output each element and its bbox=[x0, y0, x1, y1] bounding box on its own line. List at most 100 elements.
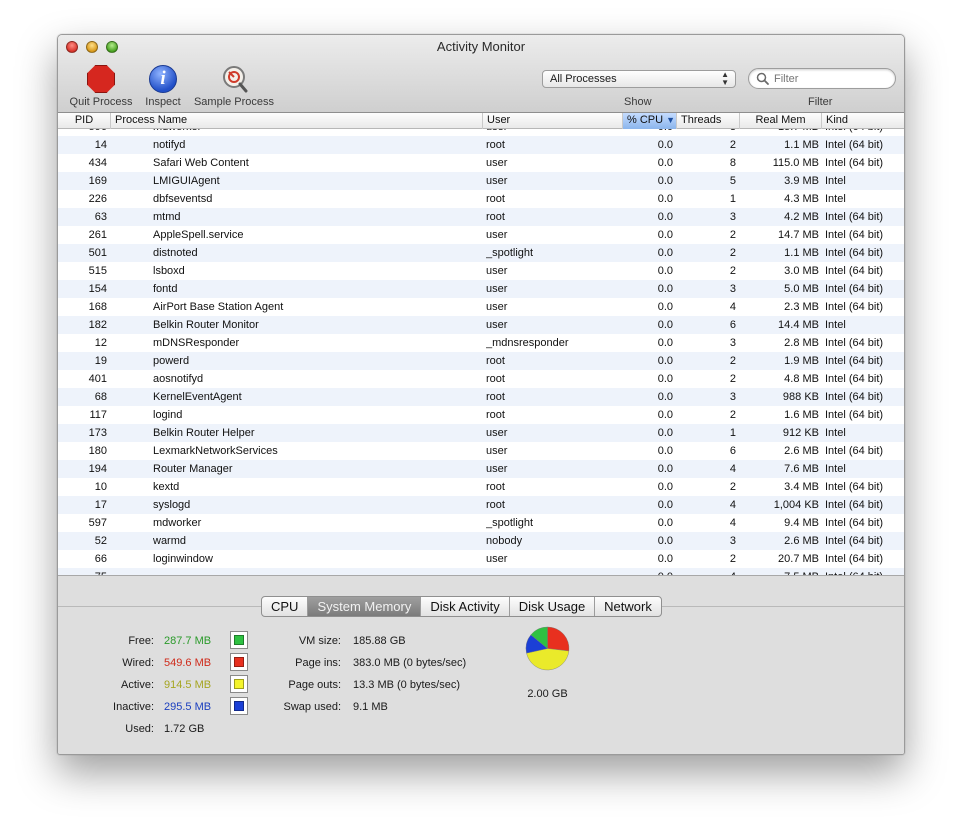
kind-cell: Intel (64 bit) bbox=[825, 129, 904, 136]
tab-disk-activity[interactable]: Disk Activity bbox=[421, 597, 510, 616]
column-header-kind[interactable]: Kind bbox=[822, 113, 904, 129]
user-cell: user bbox=[486, 301, 508, 313]
table-row[interactable]: 501 distnoted _spotlight 0.0 2 1.1 MB Intel (6… bbox=[58, 244, 904, 262]
table-row[interactable]: 14 notifyd root 0.0 2 1.1 MB Intel (64 bit) bbox=[58, 136, 904, 154]
tab-system-memory[interactable]: System Memory bbox=[308, 597, 422, 616]
real-mem-cell: 7.6 MB bbox=[784, 463, 819, 475]
table-row[interactable]: 515 lsboxd user 0.0 2 3.0 MB Intel (64 bit) bbox=[58, 262, 904, 280]
table-row[interactable]: 117 logind root 0.0 2 1.6 MB Intel (64 bit) bbox=[58, 406, 904, 424]
column-header-threads[interactable]: Threads bbox=[677, 113, 740, 129]
table-row[interactable]: 154 fontd user 0.0 3 5.0 MB Intel (64 bit) bbox=[58, 280, 904, 298]
kind-cell: Intel bbox=[825, 193, 846, 205]
info-tabs: CPU System Memory Disk Activity Disk Usa… bbox=[261, 596, 662, 617]
real-mem-cell: 1.6 MB bbox=[784, 409, 819, 421]
table-row[interactable]: 434 Safari Web Content user 0.0 8 115.0 MB Int… bbox=[58, 154, 904, 172]
page-ins-label: Page ins: bbox=[295, 657, 341, 669]
user-cell: user bbox=[486, 229, 508, 241]
pid-cell: 63 bbox=[94, 211, 107, 223]
process-table: PID Process Name User % CPU ▼ Threads Re… bbox=[58, 113, 904, 575]
table-row[interactable]: 226 dbfseventsd root 0.0 1 4.3 MB Intel bbox=[58, 190, 904, 208]
real-mem-cell: 2.3 MB bbox=[784, 301, 819, 313]
table-row[interactable]: 182 Belkin Router Monitor user 0.0 6 14.4 MB I… bbox=[58, 316, 904, 334]
tab-cpu[interactable]: CPU bbox=[262, 597, 309, 616]
kind-cell: Intel (64 bit) bbox=[825, 211, 884, 223]
table-row[interactable]: 169 LMIGUIAgent user 0.0 5 3.9 MB Intel bbox=[58, 172, 904, 190]
pid-cell: 261 bbox=[88, 229, 107, 241]
table-row[interactable]: 597 mdworker _spotlight 0.0 4 9.4 MB Intel (64… bbox=[58, 514, 904, 532]
pid-cell: 515 bbox=[88, 265, 107, 277]
table-row[interactable]: 180 LexmarkNetworkServices user 0.0 6 2.6 MB I… bbox=[58, 442, 904, 460]
user-cell: root bbox=[486, 355, 505, 367]
pid-cell: 182 bbox=[88, 319, 107, 331]
kind-cell: Intel (64 bit) bbox=[825, 481, 884, 493]
column-header-process-name[interactable]: Process Name bbox=[111, 113, 483, 129]
cpu-cell: 0.0 bbox=[618, 568, 673, 575]
kind-cell: Intel (64 bit) bbox=[825, 337, 884, 349]
cpu-cell: 0.0 bbox=[657, 481, 673, 493]
threads-cell: 2 bbox=[729, 247, 736, 259]
threads-cell: 2 bbox=[729, 409, 736, 421]
table-row[interactable]: 63 mtmd root 0.0 3 4.2 MB Intel (64 bit) bbox=[58, 208, 904, 226]
pid-cell: 168 bbox=[88, 301, 107, 313]
toolbar: Activity Monitor Quit Process i Inspect … bbox=[58, 35, 904, 113]
process-name-cell: LexmarkNetworkServices bbox=[153, 445, 278, 457]
kind-cell: Intel bbox=[825, 319, 846, 331]
user-cell: _spotlight bbox=[486, 247, 534, 259]
table-row[interactable]: 173 Belkin Router Helper user 0.0 1 912 KB Int… bbox=[58, 424, 904, 442]
table-row[interactable]: 401 aosnotifyd root 0.0 2 4.8 MB Intel (64 bit… bbox=[58, 370, 904, 388]
user-cell: user bbox=[486, 157, 508, 169]
kind-cell: Intel (64 bit) bbox=[825, 553, 884, 565]
process-name-cell: powerd bbox=[153, 355, 190, 367]
user-cell: root bbox=[486, 391, 505, 403]
kind-cell: Intel (64 bit) bbox=[825, 157, 884, 169]
cpu-cell: 0.0 bbox=[657, 247, 673, 259]
table-row[interactable]: 75 0.0 47.5 MB Intel (64 bit) bbox=[58, 568, 904, 575]
cpu-cell: 0.0 bbox=[657, 157, 673, 169]
column-header-user[interactable]: User bbox=[483, 113, 623, 129]
table-row[interactable]: 66 loginwindow user 0.0 2 20.7 MB Intel (64 bi… bbox=[58, 550, 904, 568]
user-cell: root bbox=[486, 211, 505, 223]
show-processes-select[interactable]: All Processes ▲ ▼ bbox=[542, 70, 736, 88]
user-cell: root bbox=[486, 373, 505, 385]
column-header-real-mem[interactable]: Real Mem bbox=[740, 113, 822, 129]
threads-cell: 2 bbox=[729, 355, 736, 367]
filter-input[interactable] bbox=[774, 71, 889, 86]
table-row[interactable]: 261 AppleSpell.service user 0.0 2 14.7 MB Inte… bbox=[58, 226, 904, 244]
table-row[interactable]: 168 AirPort Base Station Agent user 0.0 4 2.3… bbox=[58, 298, 904, 316]
threads-cell: 5 bbox=[729, 175, 736, 187]
table-row[interactable]: 12 mDNSResponder _mdnsresponder 0.0 3 2.8 MB I… bbox=[58, 334, 904, 352]
filter-search-field[interactable] bbox=[748, 68, 896, 89]
cpu-cell: 0.0 bbox=[657, 175, 673, 187]
column-header-pid[interactable]: PID bbox=[58, 113, 111, 129]
cpu-cell: 0.0 bbox=[657, 355, 673, 367]
pid-cell: 596 bbox=[58, 129, 107, 136]
cpu-cell: 0.0 bbox=[657, 337, 673, 349]
table-row[interactable]: 194 Router Manager user 0.0 4 7.6 MB Intel bbox=[58, 460, 904, 478]
info-icon: i bbox=[149, 65, 177, 93]
pid-cell: 10 bbox=[94, 481, 107, 493]
threads-cell: 2 bbox=[729, 373, 736, 385]
threads-cell: 3 bbox=[729, 211, 736, 223]
table-row[interactable]: 52 warmd nobody 0.0 3 2.6 MB Intel (64 bit) bbox=[58, 532, 904, 550]
threads-cell: 1 bbox=[729, 193, 736, 205]
tab-network[interactable]: Network bbox=[595, 597, 661, 616]
table-row[interactable]: 596 mdworkeruser0.0 315.7 MB Intel (64 bit) bbox=[58, 129, 904, 136]
table-row[interactable]: 19 powerd root 0.0 2 1.9 MB Intel (64 bit) bbox=[58, 352, 904, 370]
pid-cell: 52 bbox=[94, 535, 107, 547]
used-label: Used: bbox=[125, 723, 154, 735]
pid-cell: 12 bbox=[94, 337, 107, 349]
table-row[interactable]: 10 kextd root 0.0 2 3.4 MB Intel (64 bit) bbox=[58, 478, 904, 496]
threads-cell: 2 bbox=[729, 229, 736, 241]
real-mem-cell: 9.4 MB bbox=[784, 517, 819, 529]
table-row[interactable]: 17 syslogd root 0.0 4 1,004 KB Intel (64 bit) bbox=[58, 496, 904, 514]
user-cell: user bbox=[486, 319, 508, 331]
process-name-cell: dbfseventsd bbox=[153, 193, 213, 205]
threads-cell: 3 bbox=[729, 337, 736, 349]
pid-cell: 401 bbox=[88, 373, 107, 385]
tab-disk-usage[interactable]: Disk Usage bbox=[510, 597, 596, 616]
process-name-cell: warmd bbox=[153, 535, 187, 547]
column-header-cpu[interactable]: % CPU ▼ bbox=[623, 113, 677, 129]
cpu-cell: 0.0 bbox=[657, 373, 673, 385]
table-row[interactable]: 68 KernelEventAgent root 0.0 3 988 KB Intel (6… bbox=[58, 388, 904, 406]
pid-cell: 194 bbox=[88, 463, 107, 475]
